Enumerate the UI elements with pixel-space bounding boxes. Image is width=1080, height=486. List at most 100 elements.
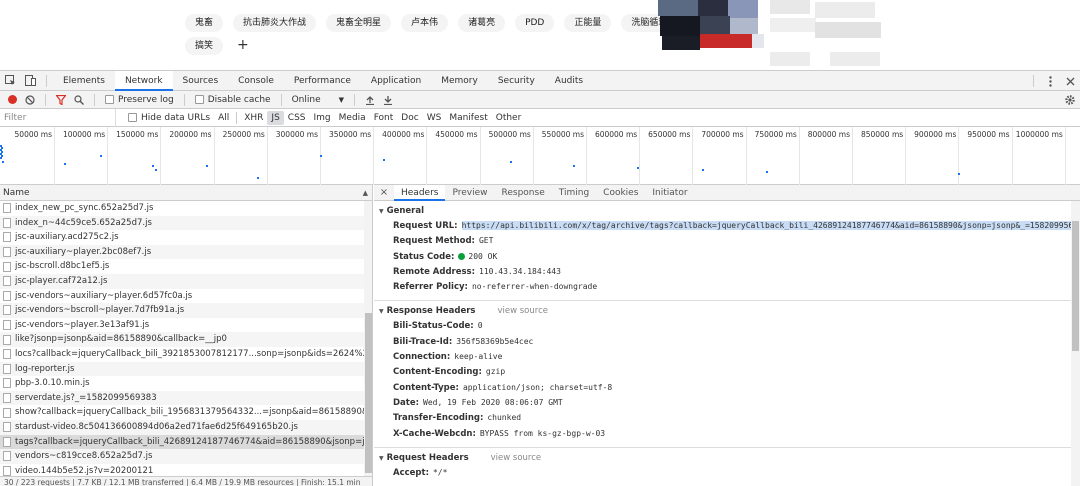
request-list-scrollbar[interactable] [364,201,372,476]
request-row[interactable]: stardust-video.8c504136600894d06a2ed71fa… [0,419,364,435]
tag-row-1: 鬼畜 抗击肺炎大作战 鬼畜全明星 卢本伟 诸葛亮 PDD 正能量 洗脑循环 [185,14,678,32]
filter-type-css[interactable]: CSS [284,111,310,125]
tag-item[interactable]: 诸葛亮 [458,14,506,32]
request-row[interactable]: jsc-auxiliary~player.2bc08ef7.js [0,244,364,260]
filter-type-ws[interactable]: WS [423,111,446,125]
network-settings-icon[interactable] [1064,94,1076,109]
scrollbar-thumb[interactable] [365,313,372,473]
tab-preview[interactable]: Preview [445,185,494,201]
filter-toggle-button[interactable] [52,91,70,109]
device-toolbar-icon[interactable] [20,71,40,91]
tag-item[interactable]: 鬼畜全明星 [326,14,392,32]
filter-type-xhr[interactable]: XHR [240,111,267,125]
detail-scrollbar[interactable] [1071,201,1080,486]
filter-type-media[interactable]: Media [335,111,370,125]
request-row[interactable]: locs?callback=jqueryCallback_bili_392185… [0,347,364,362]
request-row[interactable]: jsc-vendors~auxiliary~player.6d57fc0a.js [0,289,364,304]
timeline-tick-label: 150000 ms [116,130,159,139]
tag-item[interactable]: 鬼畜 [185,14,224,32]
more-options-icon[interactable] [1040,71,1060,91]
request-row[interactable]: jsc-vendors~bscroll~player.7d7fb91a.js [0,303,364,318]
request-row[interactable]: index_new_pc_sync.652a25d7.js [0,201,364,216]
name-column-label: Name [3,188,30,198]
header-value: GET [478,236,494,246]
header-key: X-Cache-Webcdn: [393,428,476,439]
request-row[interactable]: vendors~c819cce8.652a25d7.js [0,449,364,464]
filter-type-font[interactable]: Font [370,111,398,125]
view-source-link[interactable]: view source [497,306,548,316]
add-tag-button[interactable]: + [233,37,253,55]
tab-security[interactable]: Security [488,71,545,91]
filter-type-all[interactable]: All [214,111,233,125]
hide-data-urls-checkbox[interactable]: Hide data URLs [124,109,214,127]
request-row[interactable]: serverdate.js?_=1582099569383 [0,390,364,406]
network-overview-timeline[interactable]: 50000 ms 100000 ms 150000 ms 200000 ms 25000… [0,127,1080,185]
inspect-element-icon[interactable] [0,71,20,91]
request-headers-title: Request Headers [386,452,469,463]
request-row[interactable]: jsc-bscroll.d8bc1ef5.js [0,259,364,274]
filter-type-img[interactable]: Img [310,111,335,125]
tab-sources[interactable]: Sources [173,71,229,91]
request-row[interactable]: jsc-auxiliary.acd275c2.js [0,230,364,245]
file-icon [3,422,11,433]
response-headers-title: Response Headers [386,306,476,317]
disable-cache-checkbox[interactable]: Disable cache [191,91,275,109]
request-row[interactable]: jsc-player.caf72a12.js [0,273,364,289]
throttling-select[interactable]: Online ▼ [288,91,348,109]
tag-item[interactable]: 正能量 [564,14,612,32]
request-row[interactable]: tags?callback=jqueryCallback_bili_426891… [0,434,364,450]
tab-network[interactable]: Network [114,70,173,91]
filter-type-doc[interactable]: Doc [397,111,422,125]
file-icon [3,349,11,360]
filter-input[interactable]: Filter [0,108,116,127]
export-har-button[interactable] [379,91,397,109]
timeline-request-mark [100,155,102,157]
request-name: stardust-video.8c504136600894d06a2ed71fa… [15,421,298,432]
request-row[interactable]: pbp-3.0.10.min.js [0,376,364,391]
tab-timing[interactable]: Timing [552,185,596,201]
tab-memory[interactable]: Memory [431,71,488,91]
record-button[interactable] [4,91,21,109]
import-har-button[interactable] [361,91,379,109]
timeline-request-mark [702,169,704,171]
tag-item[interactable]: 抗击肺炎大作战 [233,14,317,32]
close-devtools-icon[interactable] [1060,71,1080,91]
tab-application[interactable]: Application [361,71,431,91]
scrollbar-thumb[interactable] [1072,221,1079,351]
request-row[interactable]: jsc-vendors~player.3e13af91.js [0,318,364,333]
tab-initiator[interactable]: Initiator [645,185,694,201]
tab-elements[interactable]: Elements [53,71,115,91]
file-icon [3,320,11,331]
name-column-header[interactable]: Name ▲ [0,185,372,201]
preserve-log-checkbox[interactable]: Preserve log [101,91,178,109]
request-row[interactable]: show?callback=jqueryCallback_bili_195683… [0,405,364,420]
file-icon [3,203,11,214]
filter-type-manifest[interactable]: Manifest [445,111,491,125]
request-headers-section-toggle[interactable]: ▼ Request Headers view source [374,451,1071,465]
tab-console[interactable]: Console [228,71,284,91]
tab-headers[interactable]: Headers [394,185,446,201]
response-headers-section-toggle[interactable]: ▼ Response Headers view source [374,304,1071,318]
request-row[interactable]: video.144b5e52.js?v=20200121 [0,464,364,476]
tab-response[interactable]: Response [495,185,552,201]
request-url-value[interactable]: https://api.bilibili.com/x/tag/archive/t… [461,221,1071,230]
request-name: jsc-auxiliary.acd275c2.js [15,232,119,243]
filter-type-js[interactable]: JS [267,110,284,125]
tab-performance[interactable]: Performance [284,71,361,91]
request-row[interactable]: log-reporter.js [0,361,364,377]
tag-item[interactable]: 搞笑 [185,37,224,55]
timeline-tick-label: 50000 ms [14,130,52,139]
search-button[interactable] [70,91,88,109]
close-detail-icon[interactable]: × [374,187,394,198]
view-source-link[interactable]: view source [491,453,542,463]
file-icon [3,276,11,287]
general-section-toggle[interactable]: ▼ General [374,204,1071,218]
tab-cookies[interactable]: Cookies [596,185,645,201]
filter-type-other[interactable]: Other [492,111,526,125]
tag-item[interactable]: 卢本伟 [401,14,449,32]
tab-audits[interactable]: Audits [545,71,593,91]
clear-button[interactable] [21,91,39,109]
request-row[interactable]: like?jsonp=jsonp&aid=86158890&callback=_… [0,332,364,347]
request-row[interactable]: index_n~44c59ce5.652a25d7.js [0,215,364,231]
tag-item[interactable]: PDD [515,14,555,32]
